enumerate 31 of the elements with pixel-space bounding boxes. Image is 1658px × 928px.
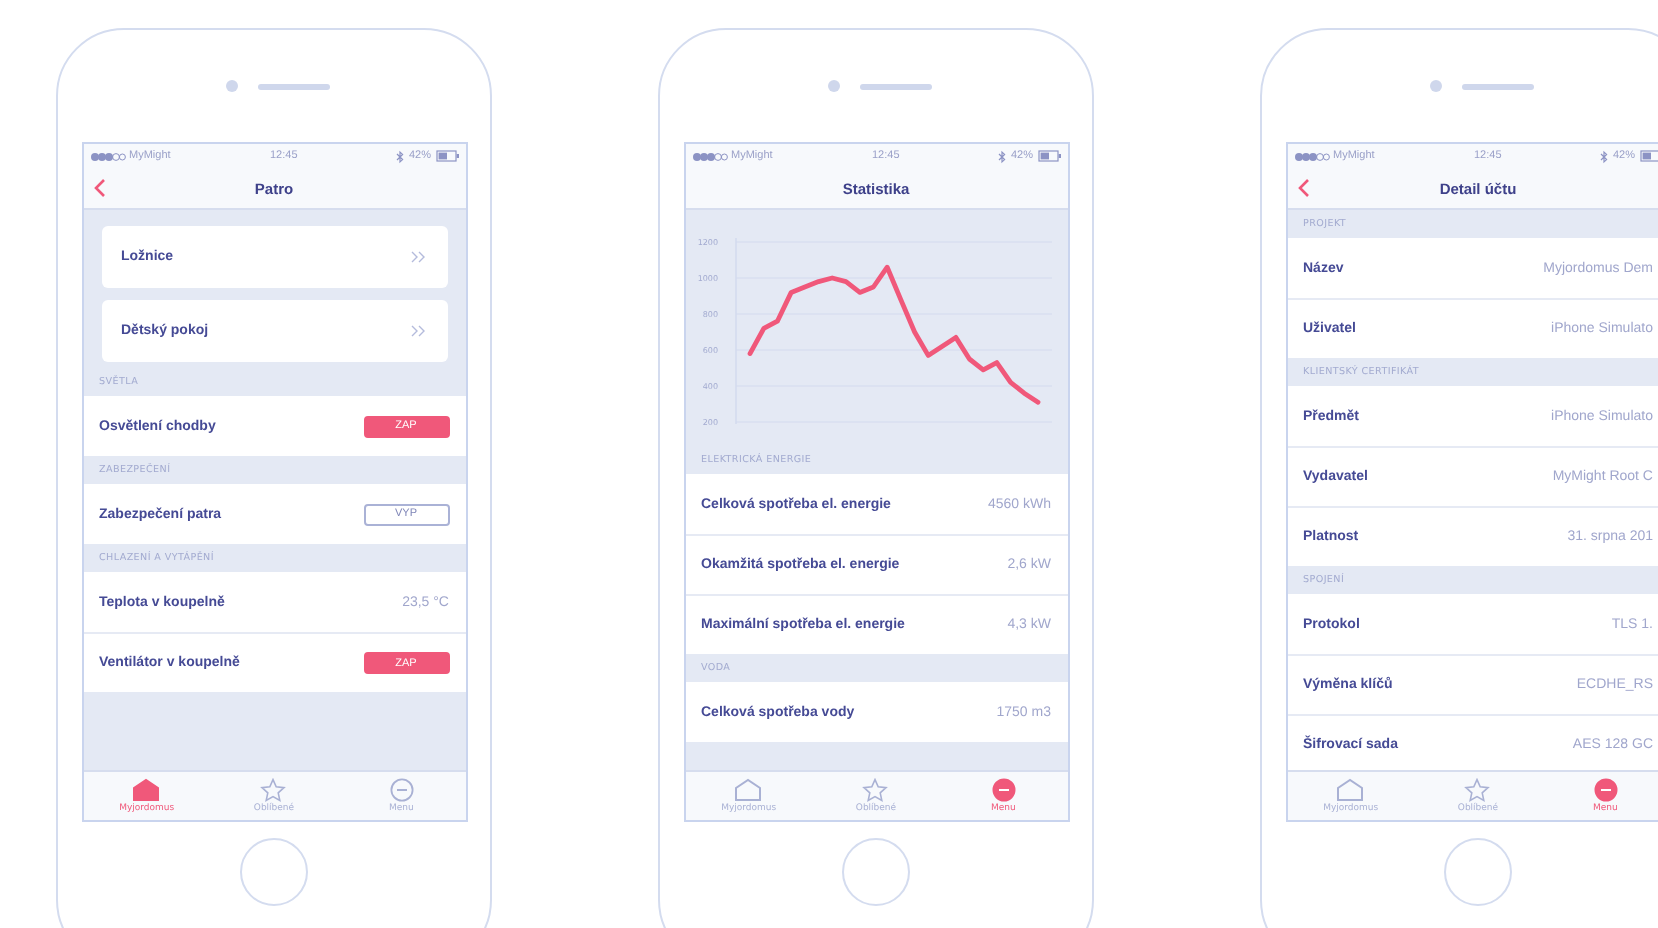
star-icon xyxy=(862,778,889,802)
battery-icon xyxy=(1037,150,1061,162)
house-icon xyxy=(1336,778,1365,802)
speaker-slot xyxy=(1462,83,1534,89)
camera-dot xyxy=(226,80,238,92)
star-icon xyxy=(260,778,287,802)
minus-circle-icon xyxy=(991,778,1016,802)
star-icon xyxy=(1464,778,1491,802)
signal-icon xyxy=(1293,151,1329,161)
bluetooth-icon xyxy=(396,149,405,163)
double-chevron-icon xyxy=(409,324,427,338)
home-button[interactable] xyxy=(1444,838,1512,906)
speaker-slot xyxy=(860,83,932,89)
camera-dot xyxy=(1430,80,1442,92)
signal-icon xyxy=(89,151,125,161)
back-icon[interactable] xyxy=(1297,178,1309,198)
minus-circle-icon xyxy=(389,778,414,802)
bluetooth-icon xyxy=(1600,149,1609,163)
double-chevron-icon xyxy=(409,250,427,264)
camera-dot xyxy=(828,80,840,92)
signal-icon xyxy=(691,151,727,161)
bluetooth-icon xyxy=(998,149,1007,163)
minus-circle-icon xyxy=(1593,778,1618,802)
house-icon xyxy=(734,778,763,802)
back-icon[interactable] xyxy=(93,178,105,198)
home-button[interactable] xyxy=(842,838,910,906)
house-icon xyxy=(132,778,161,802)
battery-icon xyxy=(1639,150,1658,162)
home-button[interactable] xyxy=(240,838,308,906)
speaker-slot xyxy=(258,83,330,89)
battery-icon xyxy=(435,150,459,162)
